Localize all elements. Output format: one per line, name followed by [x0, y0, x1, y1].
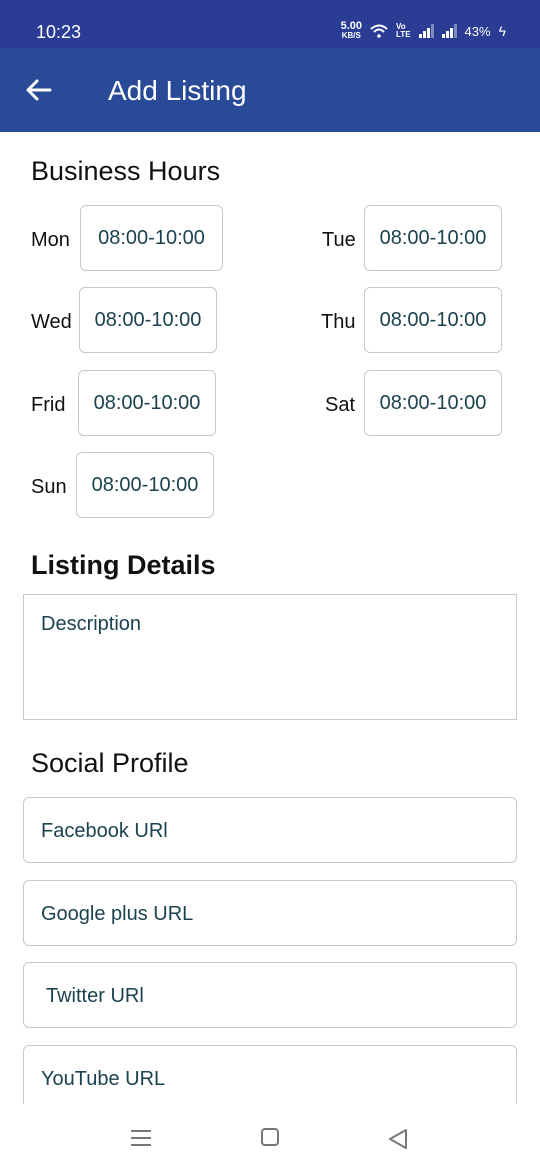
google-plus-url-placeholder: Google plus URL [41, 903, 194, 925]
network-speed-unit: KB/S [341, 31, 361, 40]
back-triangle-icon[interactable] [388, 1128, 408, 1150]
facebook-url-field[interactable]: Facebook URl [23, 797, 517, 863]
day-label-wed: Wed [31, 311, 72, 333]
day-label-sat: Sat [325, 394, 356, 416]
google-plus-url-field[interactable]: Google plus URL [23, 880, 517, 946]
day-label-thu: Thu [321, 311, 356, 333]
social-profile-title: Social Profile [31, 748, 189, 778]
youtube-url-field[interactable]: YouTube URL [23, 1045, 517, 1111]
hours-input-tue[interactable]: 08:00-10:00 [364, 205, 502, 271]
day-label-tue: Tue [322, 229, 356, 251]
day-label-mon: Mon [31, 229, 70, 251]
description-field[interactable]: Description [23, 594, 517, 720]
day-label-sun: Sun [31, 476, 67, 498]
hours-input-wed[interactable]: 08:00-10:00 [79, 287, 217, 353]
recent-apps-icon[interactable] [131, 1130, 151, 1146]
hours-input-mon[interactable]: 08:00-10:00 [80, 205, 223, 271]
signal-icon-sim2 [441, 24, 457, 38]
status-bar: 10:23 5.00 KB/S Vo LTE 43% ϟ [0, 0, 540, 48]
home-icon[interactable] [261, 1128, 279, 1146]
system-nav-bar [0, 1104, 540, 1170]
twitter-url-placeholder: Twitter URl [46, 985, 144, 1007]
listing-details-title: Listing Details [31, 550, 216, 580]
signal-icon-sim1 [418, 24, 434, 38]
app-bar: Add Listing [0, 48, 540, 132]
network-speed: 5.00 KB/S [340, 20, 363, 41]
hours-input-sat[interactable]: 08:00-10:00 [364, 370, 502, 436]
page-title: Add Listing [108, 75, 247, 106]
status-time: 10:23 [36, 22, 82, 42]
business-hours-title: Business Hours [31, 156, 221, 186]
wifi-icon [370, 24, 388, 38]
status-icons: 5.00 KB/S Vo LTE 43% ϟ [340, 20, 506, 41]
network-speed-value: 5.00 [340, 20, 363, 32]
youtube-url-placeholder: YouTube URL [41, 1068, 166, 1090]
battery-level: 43% [464, 23, 491, 39]
arrow-left-icon[interactable] [24, 76, 52, 104]
volte-icon: Vo LTE [396, 22, 411, 39]
hours-input-frid[interactable]: 08:00-10:00 [78, 370, 216, 436]
hours-input-sun[interactable]: 08:00-10:00 [76, 452, 214, 518]
hours-input-thu[interactable]: 08:00-10:00 [364, 287, 502, 353]
day-label-frid: Frid [31, 394, 66, 416]
description-placeholder: Description [41, 613, 142, 635]
twitter-url-field[interactable]: Twitter URl [23, 962, 517, 1028]
charging-icon: ϟ [498, 23, 506, 39]
facebook-url-placeholder: Facebook URl [41, 820, 168, 842]
